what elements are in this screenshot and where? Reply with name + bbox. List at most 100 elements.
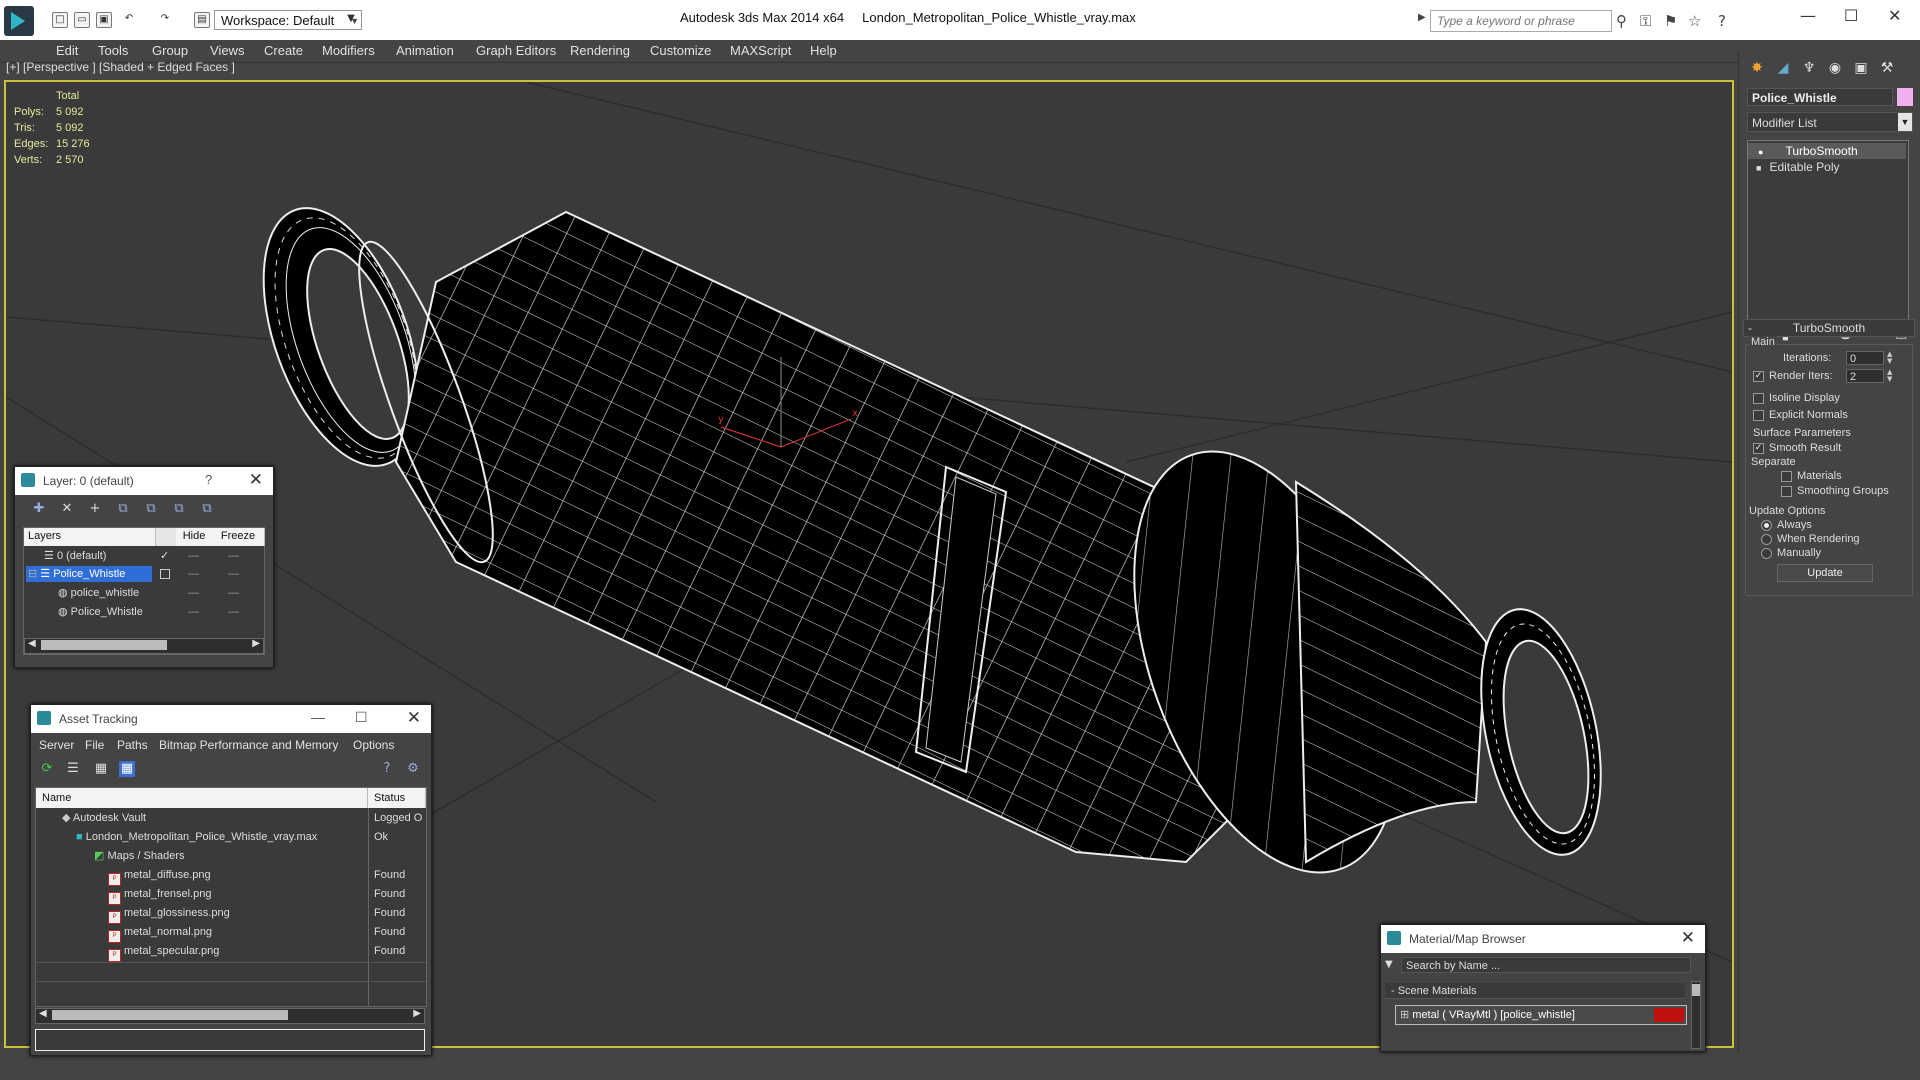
spinner-arrows-icon[interactable]: ▲ ▼ bbox=[1887, 369, 1892, 383]
asset-row-max-file[interactable]: ■ London_Metropolitan_Police_Whistle_vra… bbox=[36, 829, 426, 845]
asset-path-field[interactable] bbox=[35, 1029, 425, 1051]
turbosmooth-rollout-header[interactable]: - TurboSmooth bbox=[1743, 319, 1915, 337]
hide-toggle[interactable]: — bbox=[188, 585, 199, 601]
communication-icon[interactable]: ⚑ bbox=[1664, 12, 1677, 30]
freeze-all-layers-icon[interactable]: ⧉ bbox=[199, 501, 215, 517]
create-tab-icon[interactable]: ✸ bbox=[1747, 58, 1767, 78]
help-icon[interactable]: ? bbox=[1718, 12, 1726, 30]
freeze-toggle[interactable]: — bbox=[228, 548, 239, 564]
asset-row-map[interactable]: Pmetal_diffuse.png Found bbox=[36, 867, 426, 886]
asset-row-maps[interactable]: ◩ Maps / Shaders bbox=[36, 848, 426, 864]
menu-tools[interactable]: Tools bbox=[98, 43, 128, 58]
hide-all-layers-icon[interactable]: ⧉ bbox=[171, 501, 187, 517]
menu-rendering[interactable]: Rendering bbox=[570, 43, 630, 58]
delete-layer-icon[interactable]: ✕ bbox=[59, 501, 75, 517]
separate-materials-checkbox[interactable] bbox=[1781, 471, 1792, 482]
scene-materials-header[interactable]: - Scene Materials bbox=[1385, 983, 1685, 999]
asset-row-map[interactable]: Pmetal_glossiness.png Found bbox=[36, 905, 426, 924]
isoline-display-checkbox[interactable] bbox=[1753, 393, 1764, 404]
minimize-icon[interactable]: — bbox=[1800, 6, 1816, 25]
asset-menu-paths[interactable]: Paths bbox=[117, 738, 148, 752]
update-always-radio[interactable] bbox=[1761, 520, 1772, 531]
maximize-icon[interactable]: ☐ bbox=[1844, 6, 1858, 25]
freeze-toggle[interactable]: — bbox=[228, 604, 239, 620]
material-list-scrollbar[interactable] bbox=[1691, 981, 1701, 1049]
object-color-swatch[interactable] bbox=[1897, 88, 1913, 106]
object-name-field[interactable]: Police_Whistle bbox=[1747, 88, 1893, 106]
layer-object-row[interactable]: ◍ police_whistle — — bbox=[24, 585, 264, 601]
workspace-menu-icon[interactable]: ▼ bbox=[344, 12, 358, 26]
material-item-metal[interactable]: ⊞ metal ( VRayMtl ) [police_whistle] bbox=[1395, 1005, 1687, 1025]
hide-toggle[interactable]: — bbox=[188, 548, 199, 564]
set-active-box[interactable] bbox=[160, 569, 170, 579]
motion-tab-icon[interactable]: ◉ bbox=[1825, 58, 1845, 78]
new-layer-icon[interactable]: ✚ bbox=[31, 501, 47, 517]
open-file-icon[interactable]: ▭ bbox=[74, 12, 90, 28]
close-icon[interactable]: ✕ bbox=[1888, 6, 1901, 25]
hierarchy-tab-icon[interactable]: ♆ bbox=[1799, 58, 1819, 78]
hide-toggle[interactable]: — bbox=[188, 604, 199, 620]
key-icon[interactable]: ⚿ bbox=[1640, 12, 1651, 30]
layer-row-default[interactable]: ☰ 0 (default) ✓ — — bbox=[24, 548, 264, 564]
hide-toggle[interactable]: — bbox=[188, 566, 199, 582]
refresh-icon[interactable]: ⟳ bbox=[39, 761, 55, 777]
close-icon[interactable]: ✕ bbox=[249, 470, 263, 490]
active-layer-check-icon[interactable]: ✓ bbox=[160, 548, 169, 564]
menu-edit[interactable]: Edit bbox=[56, 43, 78, 58]
settings-icon[interactable]: ⚙ bbox=[405, 761, 421, 777]
lightbulb-icon[interactable]: ● bbox=[1758, 147, 1763, 157]
asset-tracking-titlebar[interactable]: Asset Tracking — ☐ ✕ bbox=[31, 705, 431, 733]
modify-tab-icon[interactable]: ◢ bbox=[1773, 58, 1793, 78]
scroll-right-icon[interactable]: ▶ bbox=[252, 638, 260, 649]
project-folder-icon[interactable]: ▤ bbox=[194, 12, 210, 28]
col-header-name[interactable]: Name bbox=[36, 788, 368, 808]
menu-modifiers[interactable]: Modifiers bbox=[322, 43, 375, 58]
maximize-icon[interactable]: ☐ bbox=[355, 709, 368, 726]
update-when-rendering-radio[interactable] bbox=[1761, 534, 1772, 545]
iterations-spinner[interactable]: 0 bbox=[1846, 351, 1884, 365]
expand-icon[interactable]: ⊟ bbox=[28, 568, 37, 580]
undo-icon[interactable]: ↶ bbox=[122, 12, 136, 26]
asset-row-map[interactable]: Pmetal_specular.png Found bbox=[36, 943, 426, 962]
asset-menu-bitmap-performance[interactable]: Bitmap Performance and Memory bbox=[159, 738, 338, 752]
help-icon[interactable]: ? bbox=[379, 761, 395, 777]
smooth-result-checkbox[interactable]: ✓ bbox=[1753, 443, 1764, 454]
menu-create[interactable]: Create bbox=[264, 43, 303, 58]
stack-item-editable-poly[interactable]: ■ Editable Poly bbox=[1748, 159, 1906, 175]
asset-menu-file[interactable]: File bbox=[85, 738, 104, 752]
table-view-icon[interactable]: ▦ bbox=[119, 761, 135, 777]
search-input[interactable] bbox=[1430, 10, 1612, 32]
save-file-icon[interactable]: ▣ bbox=[96, 12, 112, 28]
menu-group[interactable]: Group bbox=[152, 43, 188, 58]
col-header-freeze[interactable]: Freeze bbox=[212, 528, 265, 546]
select-in-layer-icon[interactable]: ⧉ bbox=[115, 501, 131, 517]
layer-list-scrollbar[interactable]: ◀ ▶ bbox=[24, 638, 264, 654]
freeze-toggle[interactable]: — bbox=[228, 566, 239, 582]
separate-smoothing-groups-checkbox[interactable] bbox=[1781, 486, 1792, 497]
menu-graph-editors[interactable]: Graph Editors bbox=[476, 43, 556, 58]
material-browser-titlebar[interactable]: Material/Map Browser ✕ bbox=[1381, 925, 1705, 953]
list-view-icon[interactable]: ☰ bbox=[65, 761, 81, 777]
asset-row-map[interactable]: Pmetal_normal.png Found bbox=[36, 924, 426, 943]
col-header-layers[interactable]: Layers bbox=[24, 528, 156, 546]
asset-list-scrollbar[interactable]: ◀ ▶ bbox=[35, 1008, 425, 1024]
expand-search-icon[interactable]: ▶ bbox=[1418, 12, 1426, 23]
asset-row-vault[interactable]: ◆ Autodesk Vault Logged O bbox=[36, 810, 426, 826]
col-header-status[interactable]: Status bbox=[368, 788, 426, 808]
menu-maxscript[interactable]: MAXScript bbox=[730, 43, 791, 58]
menu-animation[interactable]: Animation bbox=[396, 43, 454, 58]
spinner-arrows-icon[interactable]: ▲ ▼ bbox=[1887, 351, 1892, 365]
binoculars-icon[interactable]: ⚲ bbox=[1616, 12, 1627, 30]
explicit-normals-checkbox[interactable] bbox=[1753, 410, 1764, 421]
browser-options-icon[interactable]: ▼ bbox=[1385, 959, 1393, 970]
favorites-star-icon[interactable]: ☆ bbox=[1688, 12, 1701, 30]
asset-menu-server[interactable]: Server bbox=[39, 738, 74, 752]
scroll-left-icon[interactable]: ◀ bbox=[28, 638, 36, 649]
close-icon[interactable]: ✕ bbox=[407, 708, 421, 728]
render-iters-spinner[interactable]: 2 bbox=[1846, 369, 1884, 383]
menu-help[interactable]: Help bbox=[810, 43, 837, 58]
display-tab-icon[interactable]: ▣ bbox=[1851, 58, 1871, 78]
scrollbar-thumb[interactable] bbox=[52, 1010, 288, 1020]
details-view-icon[interactable]: ▦ bbox=[93, 761, 109, 777]
utilities-tab-icon[interactable]: ⚒ bbox=[1877, 58, 1897, 78]
